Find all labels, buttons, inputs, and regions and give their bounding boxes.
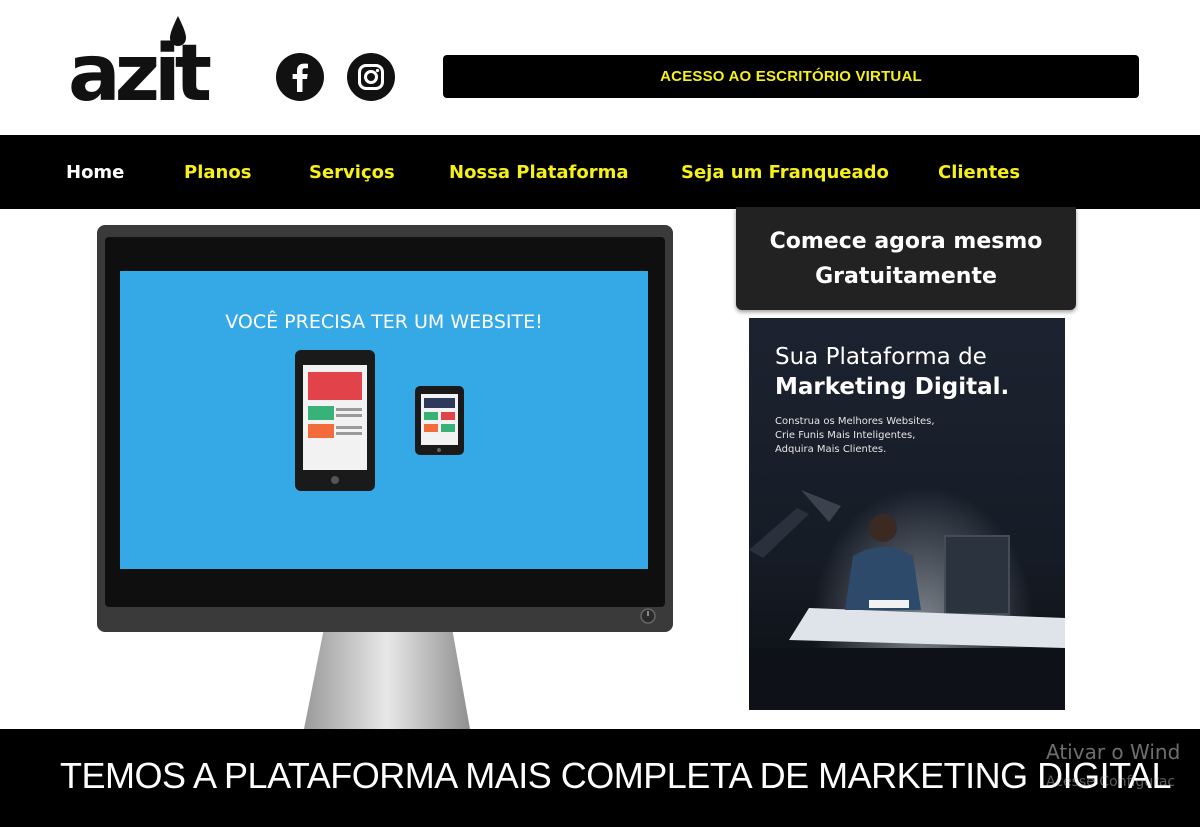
main-nav: Home Planos Serviços Nossa Plataforma Se… xyxy=(0,135,1200,209)
nav-item-clientes[interactable]: Clientes xyxy=(938,135,1020,209)
instagram-icon[interactable] xyxy=(346,52,396,102)
logo-text: azit xyxy=(68,29,211,106)
cta-line-1: Comece agora mesmo xyxy=(769,228,1043,254)
promo-title-line-2: Marketing Digital. xyxy=(775,374,1010,400)
banner-text: TEMOS A PLATAFORMA MAIS COMPLETA DE MARK… xyxy=(60,755,1172,796)
page: azit ACESSO AO ESCRITÓRIO VIRTUAL Home P… xyxy=(0,0,1200,827)
promo-title-line-1: Sua Plataforma de xyxy=(775,344,987,370)
nav-item-home[interactable]: Home xyxy=(66,135,124,209)
nav-item-planos[interactable]: Planos xyxy=(184,135,251,209)
promo-image[interactable]: Sua Plataforma de Marketing Digital. Con… xyxy=(749,318,1065,710)
nav-item-servicos[interactable]: Serviços xyxy=(309,135,395,209)
virtual-office-button[interactable]: ACESSO AO ESCRITÓRIO VIRTUAL xyxy=(443,55,1139,98)
activation-watermark-sub: Acesse Configurac xyxy=(1046,774,1176,790)
start-free-button[interactable]: Comece agora mesmo Gratuitamente xyxy=(736,207,1076,310)
promo-subtitle: Construa os Melhores Websites, Crie Funi… xyxy=(775,415,935,457)
header: azit ACESSO AO ESCRITÓRIO VIRTUAL xyxy=(0,0,1200,135)
promo-sub-line-2: Crie Funis Mais Inteligentes, xyxy=(775,430,916,441)
monitor-screen-text: VOCÊ PRECISA TER UM WEBSITE! xyxy=(225,310,543,333)
facebook-icon[interactable] xyxy=(275,52,325,102)
nav-item-nossa-plataforma[interactable]: Nossa Plataforma xyxy=(449,135,629,209)
nav-item-seja-franqueado[interactable]: Seja um Franqueado xyxy=(681,135,889,209)
azit-logo[interactable]: azit xyxy=(68,14,238,106)
activation-watermark: Ativar o Wind xyxy=(1046,740,1181,764)
cta-line-2: Gratuitamente xyxy=(815,263,997,289)
monitor-illustration: VOCÊ PRECISA TER UM WEBSITE! xyxy=(97,225,673,729)
promo-sub-line-1: Construa os Melhores Websites, xyxy=(775,416,935,427)
promo-sub-line-3: Adquira Mais Clientes. xyxy=(775,444,887,455)
promo-title: Sua Plataforma de Marketing Digital. xyxy=(775,342,1009,402)
